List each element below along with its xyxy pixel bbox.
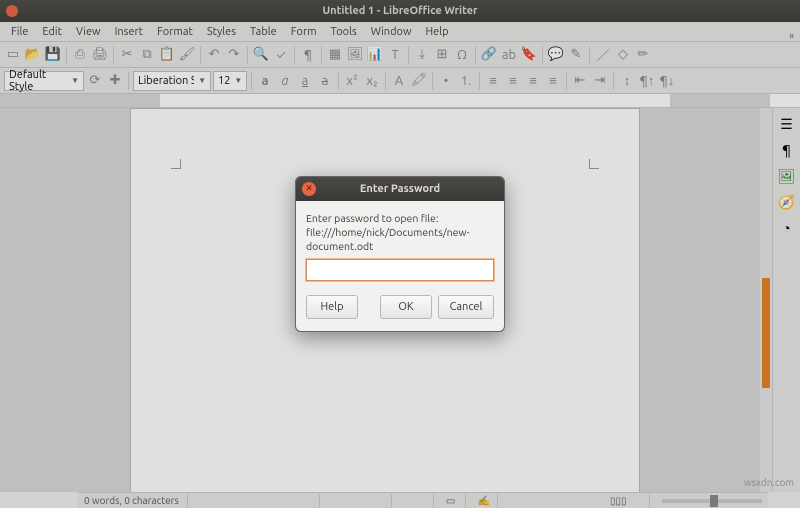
dialog-body: Enter password to open file: file:///hom…: [296, 201, 504, 332]
cancel-button[interactable]: Cancel: [438, 295, 494, 319]
help-button[interactable]: Help: [306, 295, 358, 319]
dialog-titlebar[interactable]: ✕ Enter Password: [296, 177, 504, 201]
prompt-line1: Enter password to open file:: [306, 211, 494, 225]
button-spacer: [364, 295, 374, 319]
dialog-title: Enter Password: [296, 183, 504, 195]
password-input[interactable]: [306, 259, 494, 281]
modal-overlay: ✕ Enter Password Enter password to open …: [0, 0, 800, 508]
ok-button[interactable]: OK: [380, 295, 432, 319]
prompt-line2: file:///home/nick/Documents/new-document…: [306, 225, 494, 253]
dialog-prompt: Enter password to open file: file:///hom…: [306, 211, 494, 254]
dialog-button-row: Help OK Cancel: [306, 295, 494, 319]
password-dialog: ✕ Enter Password Enter password to open …: [295, 176, 505, 333]
dialog-close-button[interactable]: ✕: [302, 182, 316, 196]
